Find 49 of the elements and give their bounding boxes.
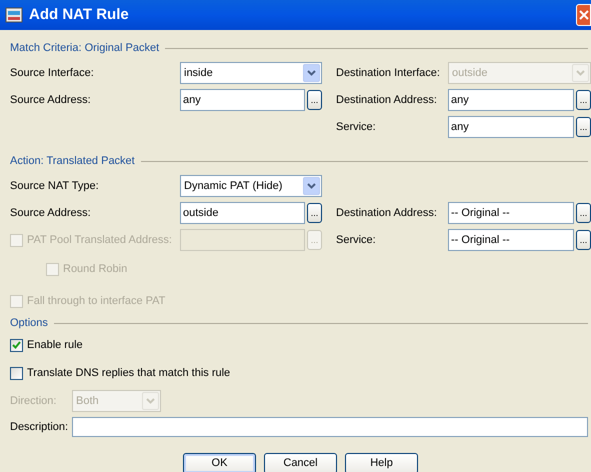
dropdown[interactable]: Dynamic PAT (Hide) bbox=[180, 175, 322, 197]
checkbox[interactable] bbox=[10, 366, 23, 380]
check-icon bbox=[12, 341, 21, 349]
checkbox-label: Translate DNS replies that match this rule bbox=[27, 366, 230, 381]
dialog-button[interactable]: Cancel bbox=[264, 453, 337, 472]
field-label: Description: bbox=[10, 420, 70, 435]
section-title: Match Criteria: Original Packet bbox=[10, 40, 160, 56]
field-label: Source NAT Type: bbox=[10, 178, 100, 194]
browse-button[interactable]: ... bbox=[576, 203, 591, 223]
field-label: Direction: bbox=[10, 394, 58, 409]
dialog-button[interactable]: OK bbox=[183, 453, 256, 472]
chevron-down-icon bbox=[576, 70, 585, 76]
dropdown-arrow-button[interactable] bbox=[303, 177, 320, 195]
field-label: Source Interface: bbox=[10, 66, 95, 81]
checkbox-label: Enable rule bbox=[27, 338, 83, 353]
field-label: Service: bbox=[336, 232, 377, 248]
dialog-button[interactable]: Help bbox=[345, 453, 418, 472]
checkbox-label: PAT Pool Translated Address: bbox=[27, 232, 172, 248]
checkbox-label: Round Robin bbox=[63, 262, 128, 277]
browse-button[interactable]: ... bbox=[307, 203, 322, 223]
browse-button[interactable]: ... bbox=[576, 90, 591, 110]
section-title: Options bbox=[10, 316, 48, 331]
browse-button[interactable]: ... bbox=[307, 90, 322, 110]
address-field[interactable]: any bbox=[180, 89, 305, 111]
description-field[interactable] bbox=[72, 417, 588, 437]
section-title: Action: Translated Packet bbox=[10, 154, 135, 169]
field-label: Destination Address: bbox=[336, 206, 438, 221]
browse-button[interactable]: ... bbox=[576, 117, 591, 137]
chevron-down-icon bbox=[307, 70, 316, 76]
chevron-down-icon bbox=[146, 398, 155, 404]
address-field[interactable]: outside bbox=[180, 202, 305, 224]
address-field[interactable]: -- Original -- bbox=[448, 229, 574, 251]
dropdown[interactable]: inside bbox=[180, 62, 322, 84]
field-label: Source Address: bbox=[10, 92, 92, 108]
dropdown-arrow-button[interactable] bbox=[303, 64, 320, 82]
field-label: Service: bbox=[336, 120, 377, 135]
close-icon[interactable] bbox=[576, 4, 591, 26]
app-icon bbox=[5, 7, 23, 23]
field-label: Destination Address: bbox=[336, 92, 438, 108]
address-field[interactable]: any bbox=[448, 116, 574, 138]
checkbox-label: Fall through to interface PAT bbox=[27, 294, 166, 309]
checkbox[interactable] bbox=[10, 338, 23, 352]
field-label: Destination Interface: bbox=[336, 66, 441, 81]
address-field[interactable]: any bbox=[448, 89, 574, 111]
field-label: Source Address: bbox=[10, 206, 92, 221]
browse-button[interactable]: ... bbox=[576, 230, 591, 250]
address-field[interactable]: -- Original -- bbox=[448, 202, 574, 224]
chevron-down-icon bbox=[307, 183, 316, 189]
window-title: Add NAT Rule bbox=[29, 4, 130, 25]
